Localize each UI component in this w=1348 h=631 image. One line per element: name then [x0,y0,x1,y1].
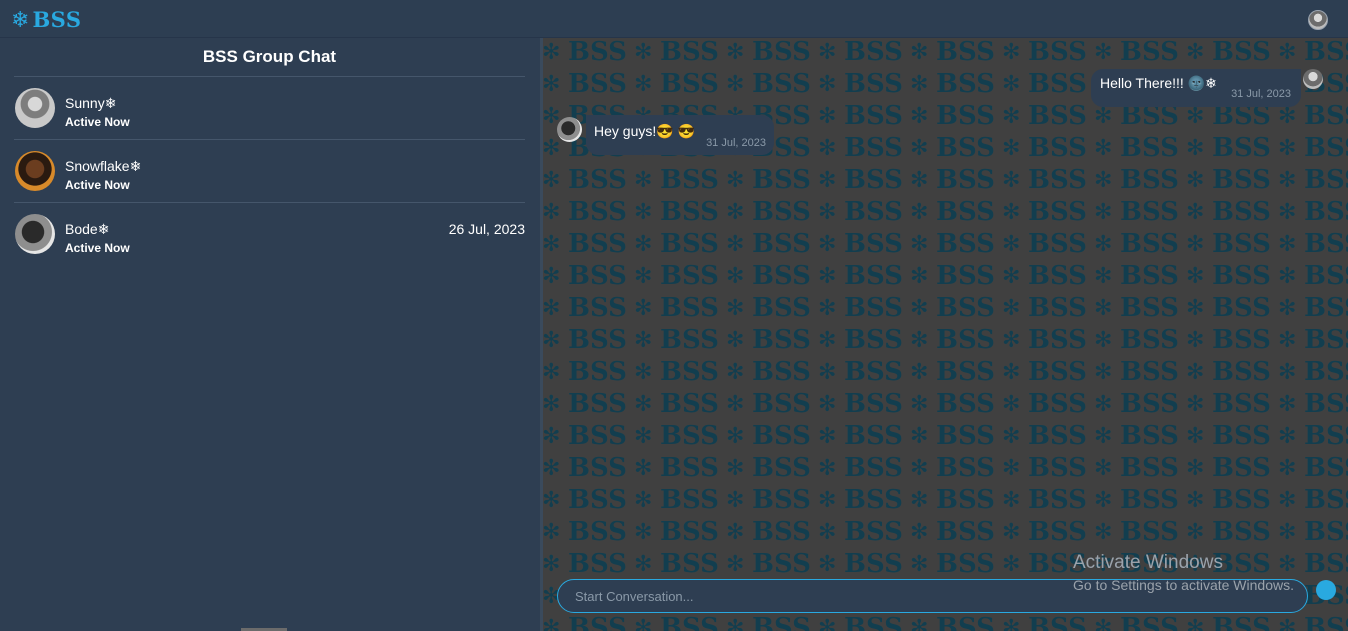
contact-name: Sunny❄ [65,95,117,111]
sidebar: BSS Group Chat Sunny❄ Active Now Snowfla… [0,38,540,631]
avatar-snowflake [15,151,55,191]
contact-name: Bode❄ [65,221,110,237]
message-time: 31 Jul, 2023 [706,137,766,149]
contact-date: 26 Jul, 2023 [448,221,525,237]
message-text: Hey guys!😎 😎 [594,123,696,139]
sender-avatar [1303,69,1323,89]
message-time: 31 Jul, 2023 [1231,88,1291,100]
panel-divider [540,38,543,631]
contact-status: Active Now [65,115,130,129]
avatar-sunny [15,88,55,128]
logo-text: BSS [32,7,82,32]
avatar-bode [15,214,55,254]
contact-status: Active Now [65,241,130,255]
message-bubble-incoming[interactable]: Hey guys!😎 😎 31 Jul, 2023 [586,115,774,155]
top-bar: ❄ BSS [0,0,1348,38]
message-bubble-outgoing[interactable]: Hello There!!! 🌚❄ 31 Jul, 2023 [1091,69,1301,107]
message-text: Hello There!!! 🌚❄ [1100,75,1217,91]
contact-status: Active Now [65,178,130,192]
contact-item-bode[interactable]: Bode❄ Active Now 26 Jul, 2023 [14,203,525,266]
watermark-title: Activate Windows [1073,552,1223,573]
send-button[interactable] [1316,580,1336,600]
sender-avatar [557,117,582,142]
contact-item-snowflake[interactable]: Snowflake❄ Active Now [14,140,525,203]
contact-item-sunny[interactable]: Sunny❄ Active Now [14,77,525,140]
sidebar-title: BSS Group Chat [202,47,337,66]
contact-name: Snowflake❄ [65,158,142,174]
app-logo[interactable]: ❄ BSS [11,7,82,33]
user-avatar[interactable] [1308,10,1328,30]
activate-windows-watermark: Activate Windows Go to Settings to activ… [1073,552,1294,594]
watermark-subtitle: Go to Settings to activate Windows. [1073,577,1294,593]
chat-panel: ✻ BSS Hello There!!! 🌚❄ 31 Jul, 2023 Hey… [540,38,1348,631]
snowflake-icon: ❄ [11,7,30,32]
